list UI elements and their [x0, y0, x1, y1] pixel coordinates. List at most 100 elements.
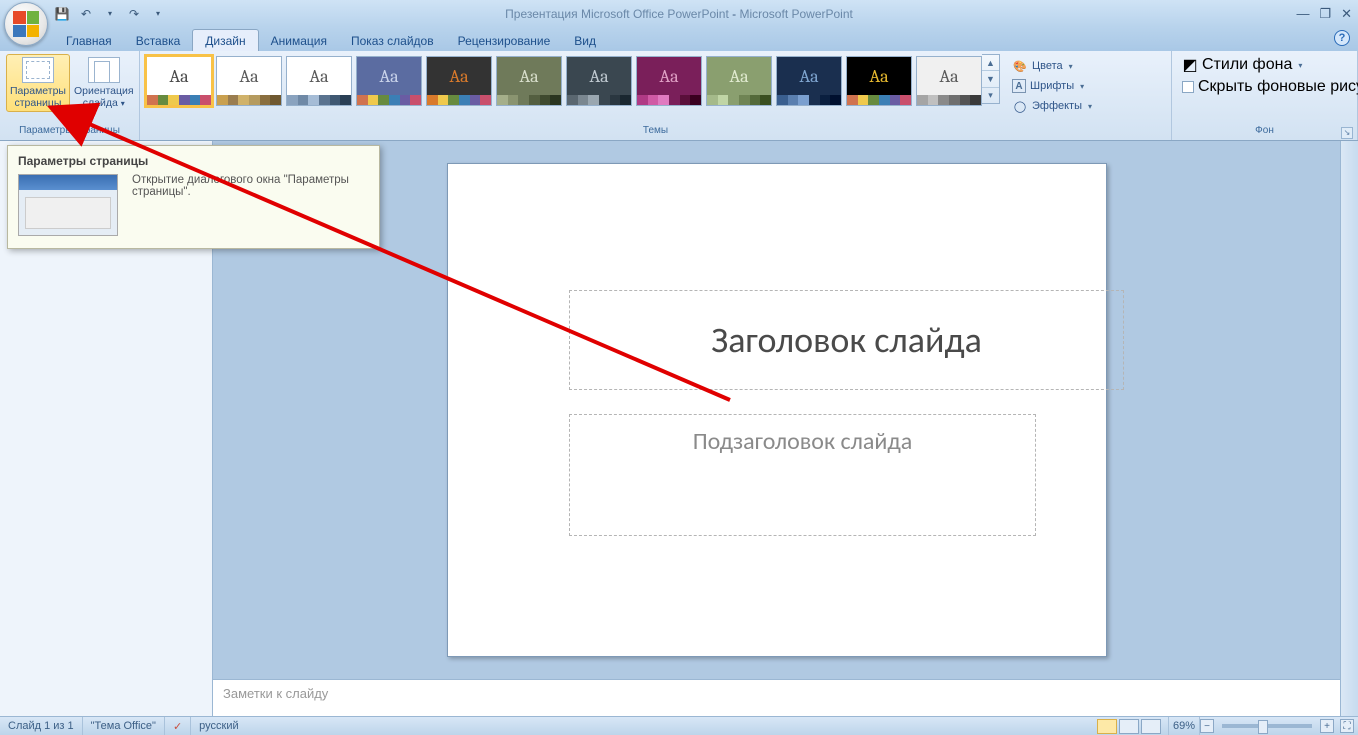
status-spellcheck[interactable]: ✓ [165, 717, 191, 735]
restore-button[interactable]: ❐ [1319, 6, 1331, 22]
tab-animation[interactable]: Анимация [259, 30, 339, 51]
theme-effects-button[interactable]: ◯ Эффекты▾ [1008, 96, 1096, 116]
background-styles-icon: ◩ [1182, 57, 1198, 73]
title-bar: 💾 ↶ ▾ ↷ ▾ Презентация Microsoft Office P… [0, 0, 1358, 27]
theme-sample-text: Aa [707, 57, 771, 95]
theme-fonts-button[interactable]: A Шрифты▾ [1008, 77, 1096, 95]
office-button[interactable] [4, 2, 48, 46]
theme-color-stripe [497, 95, 561, 105]
group-themes: AaAaAaAaAaAaAaAaAaAaAaAa ▲ ▼ ▾ 🎨 Цвета▾ … [140, 51, 1172, 140]
zoom-out-button[interactable]: − [1200, 719, 1214, 733]
notes-pane[interactable]: Заметки к слайду [213, 679, 1340, 716]
page-setup-label: Параметры страницы [10, 85, 66, 109]
tab-insert[interactable]: Вставка [124, 30, 193, 51]
save-icon[interactable]: 💾 [54, 6, 70, 22]
theme-thumb-6[interactable]: Aa [566, 56, 632, 106]
theme-thumb-0[interactable]: Aa [146, 56, 212, 106]
themes-scroll-up-icon[interactable]: ▲ [982, 55, 999, 71]
tooltip-description: Открытие диалогового окна "Параметры стр… [132, 174, 369, 236]
tab-review[interactable]: Рецензирование [446, 30, 563, 51]
zoom-percent[interactable]: 69% [1168, 717, 1200, 735]
ribbon-tabs: Главная Вставка Дизайн Анимация Показ сл… [0, 27, 1358, 51]
theme-color-stripe [567, 95, 631, 105]
theme-thumb-7[interactable]: Aa [636, 56, 702, 106]
themes-scroll-down-icon[interactable]: ▼ [982, 71, 999, 87]
theme-colors-button[interactable]: 🎨 Цвета▾ [1008, 56, 1096, 76]
close-button[interactable]: ✕ [1341, 6, 1352, 22]
tab-slideshow[interactable]: Показ слайдов [339, 30, 446, 51]
hide-background-checkbox[interactable]: Скрыть фоновые рисунки [1178, 76, 1358, 98]
theme-thumb-4[interactable]: Aa [426, 56, 492, 106]
slide-canvas-wrap [213, 141, 1340, 679]
effects-icon: ◯ [1012, 98, 1028, 114]
orientation-icon [88, 57, 120, 83]
dialog-launcher-icon[interactable]: ↘ [1341, 127, 1353, 139]
theme-color-stripe [217, 95, 281, 105]
zoom-in-button[interactable]: + [1320, 719, 1334, 733]
theme-sample-text: Aa [147, 57, 211, 95]
page-setup-button[interactable]: Параметры страницы [6, 54, 70, 112]
tab-home[interactable]: Главная [54, 30, 124, 51]
theme-thumb-3[interactable]: Aa [356, 56, 422, 106]
zoom-slider[interactable] [1222, 724, 1312, 728]
themes-scroll: ▲ ▼ ▾ [982, 54, 1000, 104]
qat-customize-icon[interactable]: ▾ [150, 6, 166, 22]
group-page-setup: Параметры страницы Ориентация слайда ▾ П… [0, 51, 140, 140]
theme-color-stripe [637, 95, 701, 105]
theme-thumb-11[interactable]: Aa [916, 56, 982, 106]
undo-dropdown-icon[interactable]: ▾ [102, 6, 118, 22]
redo-icon[interactable]: ↷ [126, 6, 142, 22]
theme-color-stripe [847, 95, 911, 105]
status-bar: Слайд 1 из 1 "Тема Office" ✓ русский 69%… [0, 716, 1358, 735]
window-controls: — ❐ ✕ [1296, 6, 1352, 22]
minimize-button[interactable]: — [1296, 6, 1309, 22]
page-setup-icon [22, 57, 54, 83]
view-slideshow-button[interactable] [1141, 719, 1161, 734]
status-theme-name: "Тема Office" [83, 717, 165, 735]
quick-access-toolbar: 💾 ↶ ▾ ↷ ▾ [54, 6, 166, 22]
zoom-fit-button[interactable]: ⛶ [1340, 719, 1354, 733]
theme-color-stripe [147, 95, 211, 105]
tab-view[interactable]: Вид [562, 30, 608, 51]
theme-thumb-9[interactable]: Aa [776, 56, 842, 106]
theme-sample-text: Aa [357, 57, 421, 95]
document-name: Презентация Microsoft Office PowerPoint [505, 7, 729, 21]
status-slide-number: Слайд 1 из 1 [0, 717, 83, 735]
tooltip-preview-icon [18, 174, 118, 236]
chevron-down-icon: ▾ [1080, 82, 1084, 91]
theme-color-stripe [357, 95, 421, 105]
theme-thumb-5[interactable]: Aa [496, 56, 562, 106]
theme-color-stripe [707, 95, 771, 105]
theme-sample-text: Aa [847, 57, 911, 95]
chevron-down-icon: ▾ [1298, 61, 1302, 70]
theme-thumb-10[interactable]: Aa [846, 56, 912, 106]
theme-color-stripe [777, 95, 841, 105]
group-label-background: Фон ↘ [1178, 125, 1351, 139]
title-placeholder[interactable]: Заголовок слайда [569, 290, 1124, 390]
help-icon[interactable]: ? [1334, 30, 1350, 46]
vertical-scrollbar[interactable] [1340, 141, 1358, 716]
theme-thumb-2[interactable]: Aa [286, 56, 352, 106]
status-language[interactable]: русский [191, 717, 246, 735]
tab-design[interactable]: Дизайн [192, 29, 258, 51]
group-label-themes: Темы [146, 125, 1165, 139]
colors-icon: 🎨 [1012, 58, 1028, 74]
view-sorter-button[interactable] [1119, 719, 1139, 734]
theme-thumb-8[interactable]: Aa [706, 56, 772, 106]
fonts-icon: A [1012, 79, 1026, 93]
undo-icon[interactable]: ↶ [78, 6, 94, 22]
orientation-button[interactable]: Ориентация слайда ▾ [70, 54, 138, 113]
theme-sample-text: Aa [217, 57, 281, 95]
view-normal-button[interactable] [1097, 719, 1117, 734]
themes-expand-icon[interactable]: ▾ [982, 88, 999, 103]
background-styles-button[interactable]: ◩ Стили фона▾ [1178, 54, 1306, 76]
theme-sample-text: Aa [637, 57, 701, 95]
ribbon: Параметры страницы Ориентация слайда ▾ П… [0, 51, 1358, 141]
group-background: ◩ Стили фона▾ Скрыть фоновые рисунки Фон… [1172, 51, 1358, 140]
slide-canvas[interactable] [447, 163, 1107, 657]
group-label-page-setup: Параметры страницы [6, 125, 133, 139]
theme-sample-text: Aa [497, 57, 561, 95]
tooltip-page-setup: Параметры страницы Открытие диалогового … [7, 145, 380, 249]
subtitle-placeholder[interactable]: Подзаголовок слайда [569, 414, 1036, 536]
theme-thumb-1[interactable]: Aa [216, 56, 282, 106]
